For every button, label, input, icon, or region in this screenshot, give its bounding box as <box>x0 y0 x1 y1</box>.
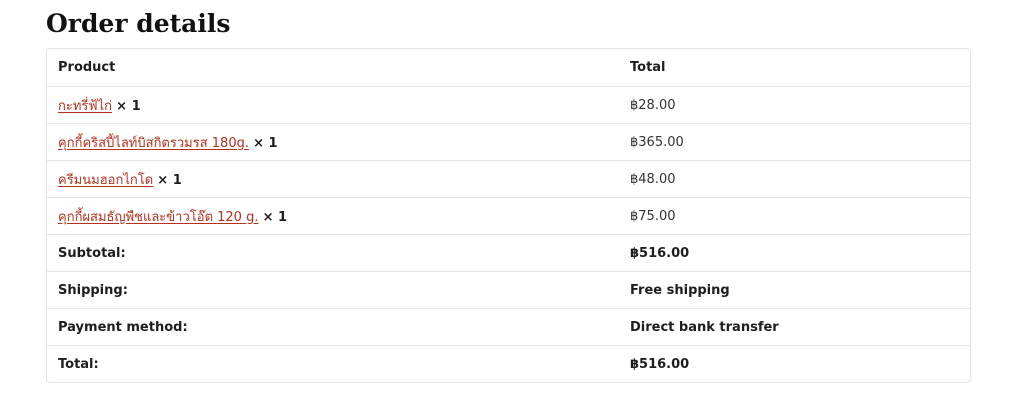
payment-method-value: Direct bank transfer <box>630 319 779 335</box>
product-column-header: Product <box>58 60 116 75</box>
subtotal-row: Subtotal: ฿516.00 <box>47 234 970 271</box>
product-quantity: × 1 <box>116 98 141 114</box>
order-item-total: ฿28.00 <box>630 97 676 113</box>
total-column-header: Total <box>630 60 666 75</box>
product-link[interactable]: ครีมนมฮอกไกโด <box>58 173 153 188</box>
order-item-total: ฿365.00 <box>630 134 684 150</box>
total-label: Total: <box>58 356 99 372</box>
order-details-heading: Order details <box>46 9 231 38</box>
subtotal-value: ฿516.00 <box>630 245 690 261</box>
payment-method-row: Payment method: Direct bank transfer <box>47 308 970 345</box>
product-link[interactable]: กะทรี่ฟ้ไก่ <box>58 99 112 114</box>
order-item-row: ครีมนมฮอกไกโด × 1 ฿48.00 <box>47 160 970 197</box>
total-row: Total: ฿516.00 <box>47 345 970 382</box>
table-header-row: Product Total <box>47 49 970 86</box>
payment-method-label: Payment method: <box>58 319 188 335</box>
product-quantity: × 1 <box>157 172 182 188</box>
order-item-product: กะทรี่ฟ้ไก่ × 1 <box>47 95 619 116</box>
order-item-row: คุกกี้ผสมธัญพืชและข้าวโอ๊ต 120 g. × 1 ฿7… <box>47 197 970 234</box>
order-item-total: ฿75.00 <box>630 208 676 224</box>
shipping-row: Shipping: Free shipping <box>47 271 970 308</box>
product-quantity: × 1 <box>262 209 288 225</box>
product-link[interactable]: คุกกี้คริสปี้ไลท์บิสกิตรวมรส 180g. <box>58 136 249 151</box>
shipping-label: Shipping: <box>58 282 128 298</box>
order-item-product: คุกกี้ผสมธัญพืชและข้าวโอ๊ต 120 g. × 1 <box>47 206 619 227</box>
total-value: ฿516.00 <box>630 356 690 372</box>
order-item-row: กะทรี่ฟ้ไก่ × 1 ฿28.00 <box>47 86 970 123</box>
order-details-table: Product Total กะทรี่ฟ้ไก่ × 1 ฿28.00 คุก… <box>46 48 971 383</box>
order-item-product: คุกกี้คริสปี้ไลท์บิสกิตรวมรส 180g. × 1 <box>47 132 619 153</box>
product-link[interactable]: คุกกี้ผสมธัญพืชและข้าวโอ๊ต 120 g. <box>58 210 258 225</box>
order-item-total: ฿48.00 <box>630 171 676 187</box>
order-item-product: ครีมนมฮอกไกโด × 1 <box>47 169 619 190</box>
product-quantity: × 1 <box>253 135 278 151</box>
subtotal-label: Subtotal: <box>58 245 126 261</box>
shipping-value: Free shipping <box>630 282 730 298</box>
order-item-row: คุกกี้คริสปี้ไลท์บิสกิตรวมรส 180g. × 1 ฿… <box>47 123 970 160</box>
